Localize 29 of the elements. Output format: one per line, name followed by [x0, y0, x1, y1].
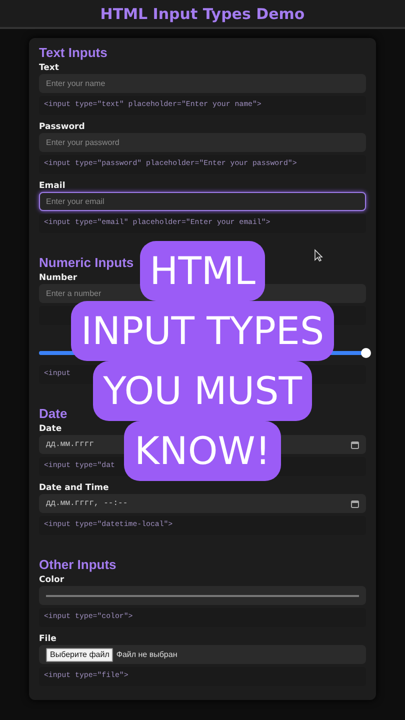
date-value: дд.мм.гггг, --:--: [46, 498, 128, 510]
field-label: Date and Time: [39, 482, 110, 494]
field-label: Number: [39, 272, 78, 284]
input-field[interactable]: Enter your password: [39, 133, 366, 152]
slider-thumb[interactable]: [361, 348, 371, 358]
field-label: Password: [39, 121, 86, 133]
section-heading: Text Inputs: [39, 44, 108, 62]
cursor-icon: [314, 249, 323, 262]
color-field[interactable]: [39, 586, 366, 605]
calendar-icon[interactable]: [351, 440, 359, 448]
calendar-icon[interactable]: [351, 500, 359, 508]
field-label: Date: [39, 423, 63, 435]
page-title: HTML Input Types Demo: [100, 4, 305, 22]
section-heading: Numeric Inputs: [39, 254, 134, 272]
caption-banner: YOU MUST: [93, 361, 312, 421]
date-value: дд.мм.гггг: [46, 438, 94, 450]
section-heading: Other Inputs: [39, 556, 116, 574]
file-status: Файл не выбран: [116, 648, 178, 660]
input-field[interactable]: Enter your name: [39, 74, 366, 93]
caption-banner: INPUT TYPES: [70, 301, 334, 361]
field-label: File: [39, 633, 58, 645]
field-label: Email: [39, 180, 66, 192]
caption-banner: HTML: [140, 241, 266, 301]
field-label: Color: [39, 574, 66, 586]
caption-banner: KNOW!: [124, 421, 281, 481]
field-label: Text: [39, 62, 60, 74]
section-heading: Date: [39, 405, 68, 423]
choose-file-button[interactable]: Выберите файл: [46, 648, 114, 662]
input-field[interactable]: Enter your email: [39, 192, 366, 211]
